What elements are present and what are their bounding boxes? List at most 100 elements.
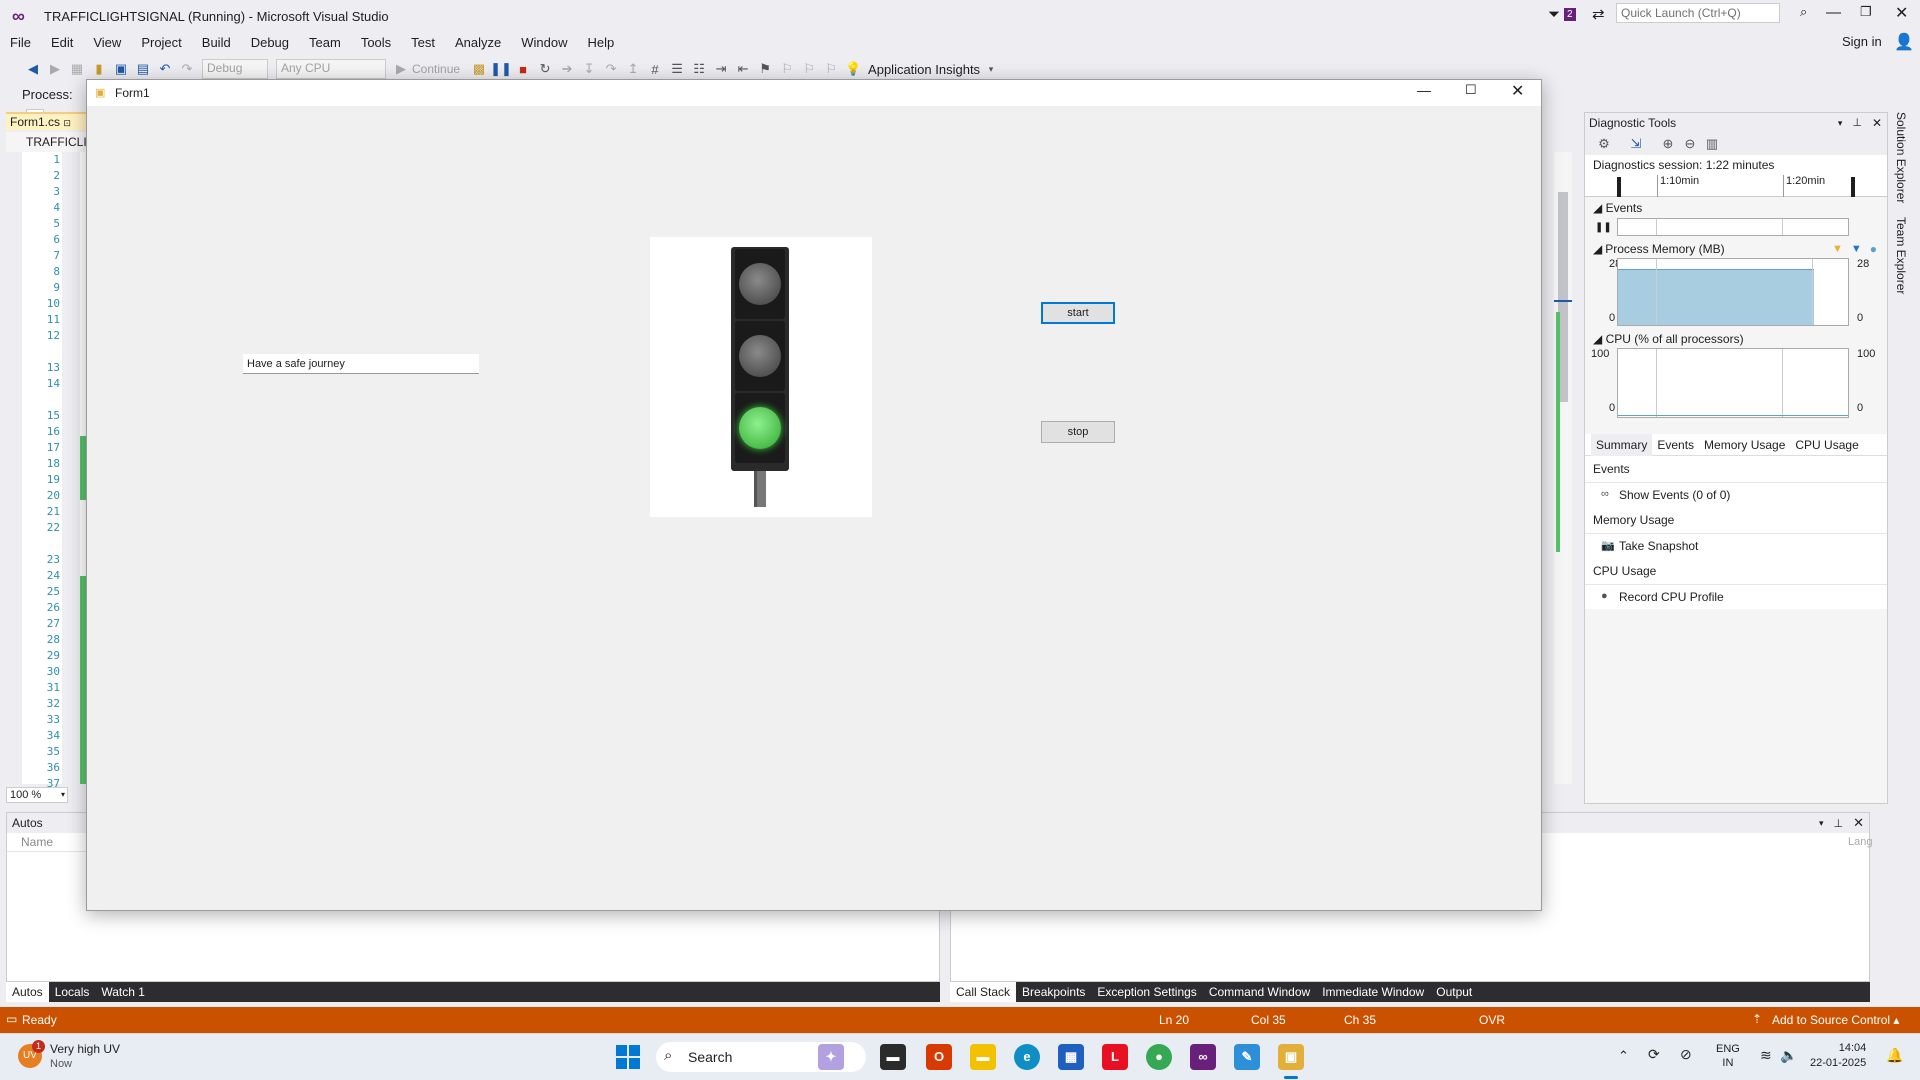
show-next-statement-icon[interactable]: ➔ — [556, 58, 578, 80]
restore-icon[interactable]: ❐ — [1860, 4, 1872, 20]
outdent-icon[interactable]: ⇤ — [732, 58, 754, 80]
cpu-section-title[interactable]: ◢ CPU (% of all processors) — [1585, 332, 1887, 346]
user-icon[interactable]: 👤 — [1894, 32, 1914, 52]
step-into-icon[interactable]: ↧ — [578, 58, 600, 80]
status-overwrite[interactable]: OVR — [1479, 1013, 1505, 1027]
edge-browser-icon[interactable]: e — [1014, 1044, 1040, 1070]
tab-command-window[interactable]: Command Window — [1203, 982, 1316, 1002]
solution-configuration-select[interactable]: Debug — [202, 59, 268, 79]
diag-tab-memory-usage[interactable]: Memory Usage — [1699, 434, 1790, 456]
menu-build[interactable]: Build — [192, 32, 241, 54]
network-off-icon[interactable]: ⊘ — [1680, 1046, 1692, 1063]
editor-tab-form1[interactable]: Form1.cs ⊡ — [6, 112, 86, 130]
wifi-icon[interactable]: ≋ — [1760, 1047, 1772, 1064]
editor-tab-overflow[interactable] — [1554, 112, 1572, 130]
prev-bookmark-icon[interactable]: ⚐ — [776, 58, 798, 80]
comment-icon[interactable]: ☰ — [666, 58, 688, 80]
volume-muted-icon[interactable]: 🔈 — [1780, 1047, 1797, 1064]
pin-icon[interactable]: ⊥ — [1847, 113, 1867, 133]
events-track[interactable] — [1617, 218, 1849, 236]
diag-action-take-snapshot[interactable]: 📷 Take Snapshot — [1585, 534, 1887, 558]
minimize-icon[interactable]: — — [1417, 82, 1431, 98]
reset-view-icon[interactable]: ▥ — [1701, 133, 1723, 155]
tab-solution-explorer[interactable]: Solution Explorer — [1892, 108, 1910, 207]
search-icon[interactable]: ⌕ — [1800, 4, 1807, 20]
application-insights-button[interactable]: Application Insights — [868, 62, 980, 77]
new-project-icon[interactable]: ▦ — [66, 58, 88, 80]
continue-icon[interactable]: ▶ — [390, 58, 412, 80]
step-out-icon[interactable]: ↥ — [622, 58, 644, 80]
close-icon[interactable]: ✕ — [1867, 113, 1887, 133]
call-stack-column-lang[interactable]: Lang — [1848, 836, 1872, 848]
window-position-icon[interactable]: ▾ — [1814, 818, 1829, 829]
paint-app-icon[interactable]: ✎ — [1234, 1044, 1260, 1070]
notifications-filter-icon[interactable]: ⏷ — [1548, 6, 1560, 23]
memory-chart[interactable] — [1617, 258, 1849, 326]
input-language[interactable]: ENG IN — [1716, 1042, 1740, 1070]
undo-icon[interactable]: ↶ — [154, 58, 176, 80]
store-app-icon[interactable]: ▦ — [1058, 1044, 1084, 1070]
gear-icon[interactable]: ⚙ — [1593, 133, 1615, 155]
feedback-icon[interactable]: ⇄ — [1592, 5, 1605, 23]
file-explorer-icon[interactable]: ▬ — [970, 1044, 996, 1070]
save-all-icon[interactable]: ▤ — [132, 58, 154, 80]
menu-analyze[interactable]: Analyze — [445, 32, 511, 54]
menu-file[interactable]: File — [0, 32, 41, 54]
indent-icon[interactable]: ⇥ — [710, 58, 732, 80]
restart-icon[interactable]: ↻ — [534, 58, 556, 80]
weather-title[interactable]: Very high UV — [50, 1042, 120, 1056]
pin-icon[interactable]: ⊡ — [63, 118, 71, 128]
diag-tab-events[interactable]: Events — [1652, 434, 1699, 456]
pin-icon[interactable]: ⊥ — [1829, 817, 1849, 830]
menu-view[interactable]: View — [83, 32, 131, 54]
menu-edit[interactable]: Edit — [41, 32, 83, 54]
zoom-in-icon[interactable]: ⊕ — [1657, 133, 1679, 155]
clock[interactable]: 14:04 22-01-2025 — [1810, 1041, 1866, 1071]
menu-help[interactable]: Help — [578, 32, 625, 54]
start-button[interactable]: start — [1041, 302, 1115, 324]
attach-icon[interactable]: ▩ — [468, 58, 490, 80]
task-view-icon[interactable]: ▬ — [880, 1044, 906, 1070]
cpu-chart[interactable] — [1617, 348, 1849, 418]
window-position-icon[interactable]: ▾ — [1833, 113, 1848, 133]
notification-bell-icon[interactable]: 🔔 — [1886, 1047, 1903, 1064]
tab-locals[interactable]: Locals — [49, 982, 96, 1002]
maximize-icon[interactable]: ☐ — [1465, 82, 1477, 98]
diag-action-show-events-of[interactable]: ∞ Show Events (0 of 0) — [1585, 483, 1887, 507]
office-app-icon[interactable]: O — [926, 1044, 952, 1070]
visual-studio-taskbar-icon[interactable]: ∞ — [1190, 1044, 1216, 1070]
open-file-icon[interactable]: ▮ — [88, 58, 110, 80]
sign-in-link[interactable]: Sign in — [1842, 34, 1882, 49]
app-insights-icon[interactable]: 💡 — [842, 58, 864, 80]
message-textbox[interactable]: Have a safe journey — [243, 354, 479, 374]
close-icon[interactable]: ✕ — [1895, 3, 1908, 23]
quick-launch-input[interactable]: Quick Launch (Ctrl+Q) — [1616, 3, 1780, 23]
stop-button[interactable]: stop — [1041, 421, 1115, 443]
chevron-up-icon[interactable]: ⌃ — [1618, 1048, 1629, 1064]
menu-window[interactable]: Window — [511, 32, 577, 54]
redo-icon[interactable]: ↷ — [176, 58, 198, 80]
tab-immediate-window[interactable]: Immediate Window — [1316, 982, 1430, 1002]
pause-icon[interactable]: ❚❚ — [490, 58, 512, 80]
back-icon[interactable]: ◀ — [22, 58, 44, 80]
tab-team-explorer[interactable]: Team Explorer — [1892, 213, 1910, 298]
minimize-icon[interactable]: — — [1826, 4, 1841, 21]
diag-tab-cpu-usage[interactable]: CPU Usage — [1790, 434, 1863, 456]
diag-action-record-cpu-profile[interactable]: ● Record CPU Profile — [1585, 585, 1887, 609]
next-bookmark-icon[interactable]: ⚐ — [798, 58, 820, 80]
chevron-down-icon[interactable]: ▾ — [980, 58, 1002, 80]
timeline-ruler[interactable]: 1:10min 1:20min — [1585, 175, 1887, 197]
menu-project[interactable]: Project — [131, 32, 191, 54]
solution-platform-select[interactable]: Any CPU — [276, 59, 386, 79]
events-section-title[interactable]: ◢ Events — [1585, 201, 1887, 215]
tab-autos[interactable]: Autos — [6, 982, 49, 1002]
forward-icon[interactable]: ▶ — [44, 58, 66, 80]
menu-test[interactable]: Test — [401, 32, 445, 54]
save-icon[interactable]: ▣ — [110, 58, 132, 80]
add-to-source-control-button[interactable]: Add to Source Control ▴ — [1772, 1013, 1899, 1027]
sync-icon[interactable]: ⟳ — [1648, 1046, 1660, 1063]
tab-breakpoints[interactable]: Breakpoints — [1016, 982, 1091, 1002]
zoom-select[interactable]: 100 % ▾ — [6, 787, 68, 803]
export-icon[interactable]: ⇲ — [1625, 133, 1647, 155]
tab-watch-1[interactable]: Watch 1 — [95, 982, 151, 1002]
